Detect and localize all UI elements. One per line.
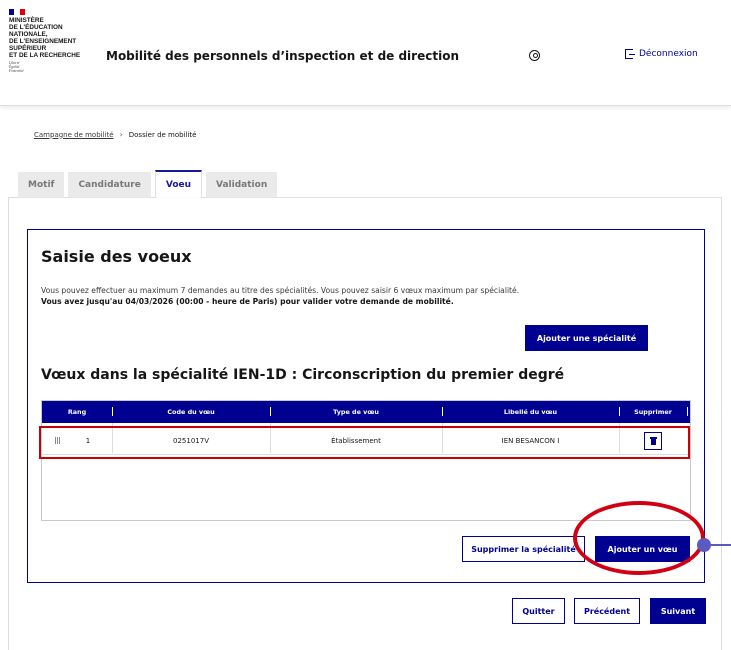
tabs: Motif Candidature Voeu Validation	[18, 170, 278, 198]
logo-line: supérieur	[9, 45, 47, 52]
card-title: Saisie des voeux	[41, 247, 192, 266]
button-highlight-annotation	[573, 501, 705, 575]
deadline-text: Vous avez jusqu'au 04/03/2026 (00:00 - h…	[41, 297, 454, 306]
info-line: Vous pouvez effectuer au maximum 7 deman…	[41, 286, 520, 295]
french-flag-icon	[9, 9, 25, 15]
breadcrumb: Campagne de mobilité › Dossier de mobili…	[34, 130, 196, 139]
logout-label: Déconnexion	[639, 49, 698, 59]
column-header-code: Code du vœu	[167, 408, 215, 416]
table-header: Rang Code du vœu Type de vœu Libellé du …	[42, 401, 690, 423]
breadcrumb-link[interactable]: Campagne de mobilité	[34, 131, 114, 139]
logo-line: nationale,	[9, 31, 48, 38]
logo-line: de l'Éducation	[9, 24, 63, 31]
breadcrumb-current: Dossier de mobilité	[128, 130, 197, 139]
column-header-rang: Rang	[67, 408, 87, 416]
chevron-right-icon: ›	[119, 130, 123, 139]
column-header-type: Type de vœu	[333, 408, 379, 416]
site-title: Mobilité des personnels d’inspection et …	[106, 49, 459, 63]
motto-line: Fraternité	[9, 69, 24, 73]
header: Ministère de l'Éducation nationale, de l…	[0, 0, 731, 106]
user-circle-icon[interactable]	[529, 50, 540, 61]
logout-icon	[625, 49, 635, 59]
quit-button[interactable]: Quitter	[512, 598, 565, 624]
pointer-line	[710, 544, 731, 546]
info-text: Vous pouvez effectuer au maximum 7 deman…	[41, 285, 519, 307]
page: Ministère de l'Éducation nationale, de l…	[0, 0, 731, 650]
specialty-title: Vœux dans la spécialité IEN-1D : Circons…	[41, 367, 565, 383]
logo-line: et de la Recherche	[9, 52, 81, 59]
voeux-table: Rang Code du vœu Type de vœu Libellé du …	[41, 400, 691, 521]
column-header-supprimer: Supprimer	[634, 408, 672, 416]
row-highlight-annotation	[39, 426, 690, 459]
pointer-dot-icon	[697, 538, 711, 552]
add-specialty-button[interactable]: Ajouter une spécialité	[525, 325, 648, 351]
column-header-libelle: Libellé du vœu	[503, 408, 558, 416]
ministry-logo[interactable]: Ministère de l'Éducation nationale, de l…	[9, 9, 99, 73]
column-separator	[687, 407, 688, 416]
motto: Liberté Égalité Fraternité	[9, 61, 99, 73]
tab-validation[interactable]: Validation	[206, 172, 278, 198]
logo-line: Ministère	[9, 17, 44, 24]
info-line-bold: Vous avez jusqu'au 04/03/2026 (00:00 - h…	[41, 296, 519, 307]
delete-specialty-button[interactable]: Supprimer la spécialité	[462, 536, 585, 562]
next-button[interactable]: Suivant	[650, 598, 706, 624]
tab-voeu[interactable]: Voeu	[154, 170, 203, 198]
tab-motif[interactable]: Motif	[18, 172, 65, 198]
logout-button[interactable]: Déconnexion	[625, 49, 698, 59]
tab-candidature[interactable]: Candidature	[68, 172, 151, 198]
previous-button[interactable]: Précédent	[574, 598, 640, 624]
logo-line: de l'Enseignement	[9, 38, 77, 45]
